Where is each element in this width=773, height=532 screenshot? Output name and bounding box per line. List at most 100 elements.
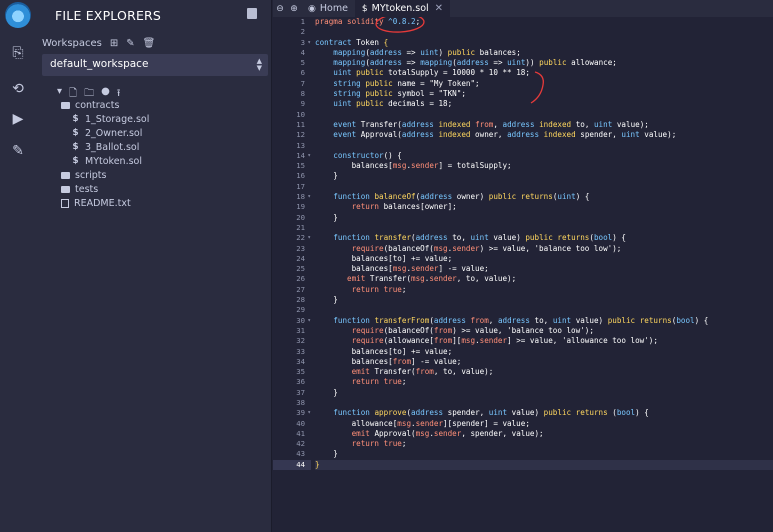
delete-workspace-icon[interactable]: 🗑	[143, 38, 156, 49]
code-line-active: }	[315, 459, 773, 471]
code-line: event Transfer(address indexed from, add…	[333, 119, 649, 129]
line-number: 36	[296, 377, 305, 387]
tree-item-ballot[interactable]: $ 3_Ballot.sol	[61, 140, 261, 154]
tree-item-label: 2_Owner.sol	[85, 127, 143, 139]
fold-arrow-icon[interactable]: ▾	[307, 192, 311, 202]
home-logo-icon: ◉	[308, 3, 316, 14]
code-line: emit Approval(msg.sender, spender, value…	[351, 428, 544, 438]
compiler-icon[interactable]: ⟲	[9, 80, 27, 98]
folder-open-icon	[61, 101, 70, 109]
code-line: function transferFrom(address from, addr…	[333, 315, 709, 325]
tree-item-storage[interactable]: $ 1_Storage.sol	[61, 112, 261, 126]
code-line: return true;	[351, 284, 407, 294]
line-number: 11	[296, 119, 305, 129]
tab-home[interactable]: ◉ Home	[301, 0, 355, 17]
line-number: 8	[300, 89, 305, 99]
fold-arrow-icon[interactable]: ▾	[307, 408, 311, 418]
code-line: function balanceOf(address owner) public…	[333, 192, 590, 202]
code-line: require(balanceOf(msg.sender) >= value, …	[351, 243, 622, 253]
line-number: 17	[296, 181, 305, 191]
line-number: 33	[296, 346, 305, 356]
zoom-in-icon[interactable]: ⊕	[287, 4, 301, 14]
tree-item-label: MYtoken.sol	[85, 155, 142, 167]
code-line: balances[to] += value;	[315, 346, 453, 356]
code-line: return true;	[351, 377, 407, 387]
solidity-file-icon: $	[72, 114, 79, 124]
solidity-file-icon: $	[72, 128, 79, 138]
line-number: 23	[296, 243, 305, 253]
code-line: }	[315, 212, 338, 222]
code-line: string public name = "My Token";	[333, 78, 480, 88]
line-number: 20	[296, 212, 305, 222]
line-number: 27	[296, 284, 305, 294]
solidity-file-icon: $	[72, 142, 79, 152]
line-number: 1	[300, 17, 305, 26]
tree-item-label: scripts	[75, 169, 107, 181]
file-explorer-icon[interactable]: ⎘	[9, 44, 27, 62]
line-number: 40	[296, 418, 305, 428]
rename-workspace-icon[interactable]: ✎	[126, 38, 134, 49]
file-explorer-panel: FILE EXPLORERS Workspaces ⊞ ✎ 🗑 default_…	[35, 0, 272, 532]
line-number: 10	[296, 109, 305, 119]
fold-arrow-icon[interactable]: ▾	[307, 151, 311, 161]
code-editor[interactable]: 1 2 3 ▾ 4 5 6 7 8 9 10 11 12 13 14 ▾ 15 16 17 18 ▾ 19 20 21 22 ▾ 2…	[273, 17, 773, 532]
code-line: require(balanceOf(from) >= value, 'balan…	[351, 325, 594, 335]
code-line: require(allowance[from][msg.sender] >= v…	[351, 336, 658, 346]
tree-item-label: contracts	[75, 99, 120, 111]
code-line: }	[315, 387, 338, 397]
line-number: 12	[296, 130, 305, 140]
code-line: allowance[msg.sender][spender] = value;	[315, 418, 530, 428]
code-line: balances[msg.sender] -= value;	[315, 264, 489, 274]
tree-item-scripts[interactable]: scripts	[61, 168, 261, 182]
panel-title: FILE EXPLORERS	[55, 8, 162, 23]
code-line: balances[from] -= value;	[315, 356, 462, 366]
code-area[interactable]: pragma solidity ^0.8.2; contract Token {…	[315, 17, 773, 471]
solidity-file-icon: $	[72, 156, 79, 166]
code-line: mapping(address => uint) public balances…	[333, 47, 521, 57]
code-line: balances[msg.sender] = totalSupply;	[315, 161, 512, 171]
line-number: 4	[300, 47, 305, 57]
line-number: 19	[296, 202, 305, 212]
code-line: event Approval(address indexed owner, ad…	[333, 130, 677, 140]
fold-arrow-icon[interactable]: ▾	[307, 38, 311, 48]
tree-item-contracts[interactable]: contracts	[61, 98, 261, 112]
tree-item-owner[interactable]: $ 2_Owner.sol	[61, 126, 261, 140]
deploy-run-icon[interactable]: ▶	[9, 110, 27, 128]
line-number: 9	[300, 99, 305, 109]
fold-arrow-icon[interactable]: ▾	[307, 233, 311, 243]
code-line: return balances[owner];	[351, 202, 457, 212]
plugin-manager-icon[interactable]: ✎	[9, 142, 27, 160]
workspace-selected-value: default_workspace	[50, 58, 149, 70]
line-number: 15	[296, 161, 305, 171]
code-line: emit Transfer(msg.sender, to, value);	[347, 274, 517, 284]
folder-icon	[61, 185, 70, 193]
close-tab-icon[interactable]: ✕	[435, 3, 443, 14]
add-workspace-icon[interactable]: ⊞	[110, 38, 118, 49]
code-line: }	[315, 449, 338, 459]
tree-item-mytoken[interactable]: $ MYtoken.sol	[61, 154, 261, 168]
line-number: 2	[300, 27, 305, 37]
panel-menu-icon[interactable]	[247, 8, 257, 19]
code-line: }	[315, 295, 338, 305]
line-number: 37	[296, 387, 305, 397]
tab-mytoken[interactable]: $ MYtoken.sol ✕	[354, 0, 451, 17]
workspace-select[interactable]: default_workspace ▲ ▼	[42, 54, 268, 76]
code-line: uint public decimals = 18;	[333, 99, 453, 109]
tree-item-readme[interactable]: README.txt	[61, 196, 261, 210]
line-number: 31	[296, 325, 305, 335]
code-line: pragma solidity ^0.8.2;	[315, 17, 421, 26]
line-number: 22 ▾	[296, 233, 311, 243]
line-number: 6	[300, 68, 305, 78]
line-number: 32	[296, 336, 305, 346]
line-number: 41	[296, 428, 305, 438]
line-number: 24	[296, 253, 305, 263]
tree-item-tests[interactable]: tests	[61, 182, 261, 196]
remix-logo-icon[interactable]	[5, 2, 31, 28]
line-number: 3 ▾	[300, 37, 311, 48]
zoom-out-icon[interactable]: ⊖	[273, 4, 287, 14]
fold-arrow-icon[interactable]: ▾	[307, 316, 311, 326]
code-line: uint public totalSupply = 10000 * 10 ** …	[333, 68, 530, 78]
line-number: 16	[296, 171, 305, 181]
